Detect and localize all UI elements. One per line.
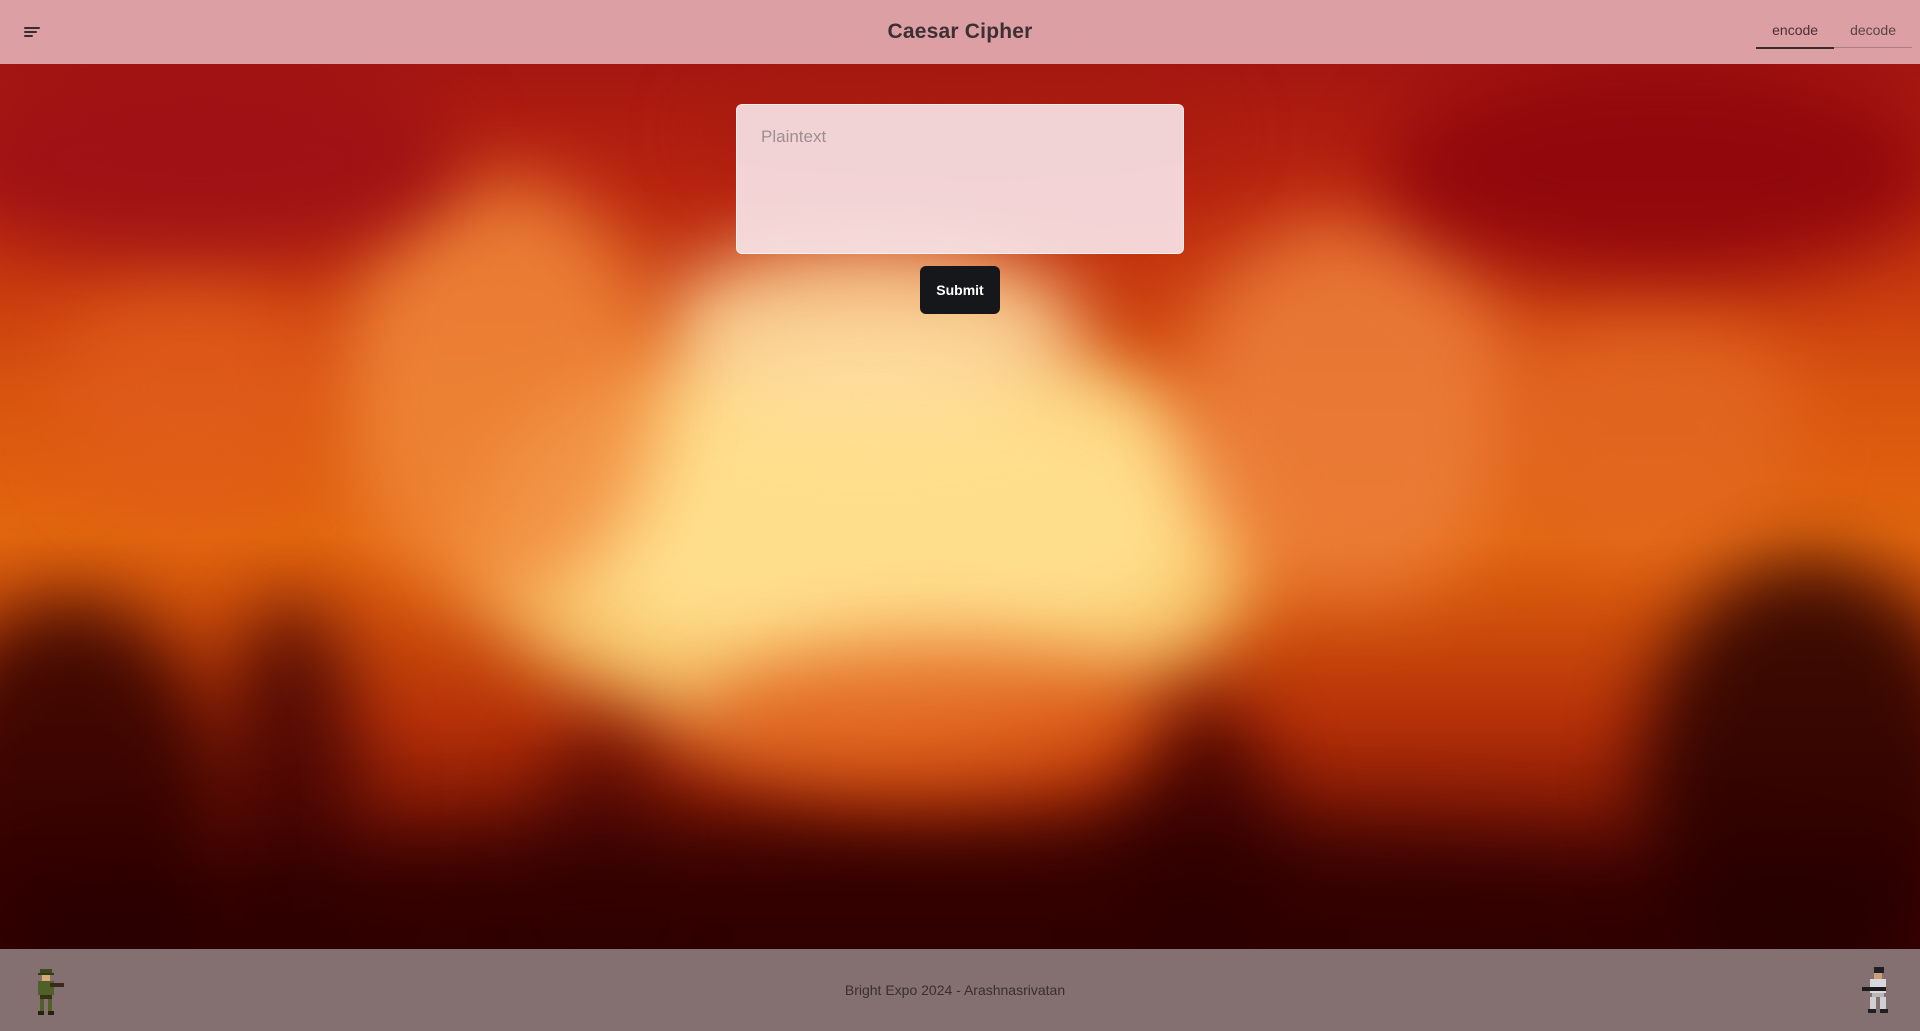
soldier-sprite-icon xyxy=(1862,967,1888,1013)
page-title: Caesar Cipher xyxy=(887,20,1033,43)
app-footer: Bright Expo 2024 - Arashnasrivatan xyxy=(0,949,1920,1031)
plaintext-input[interactable] xyxy=(736,104,1184,254)
submit-button[interactable]: Submit xyxy=(920,266,1000,314)
app-header: Caesar Cipher encode decode xyxy=(0,0,1920,64)
footer-credit: Bright Expo 2024 - Arashnasrivatan xyxy=(844,982,1066,998)
menu-icon[interactable] xyxy=(22,22,42,42)
mode-tabs: encode decode xyxy=(1756,16,1912,49)
tab-decode[interactable]: decode xyxy=(1834,16,1912,48)
plaintext-field-wrapper xyxy=(736,104,1184,254)
soldier-sprite-icon xyxy=(38,969,64,1015)
tab-encode[interactable]: encode xyxy=(1756,16,1835,49)
